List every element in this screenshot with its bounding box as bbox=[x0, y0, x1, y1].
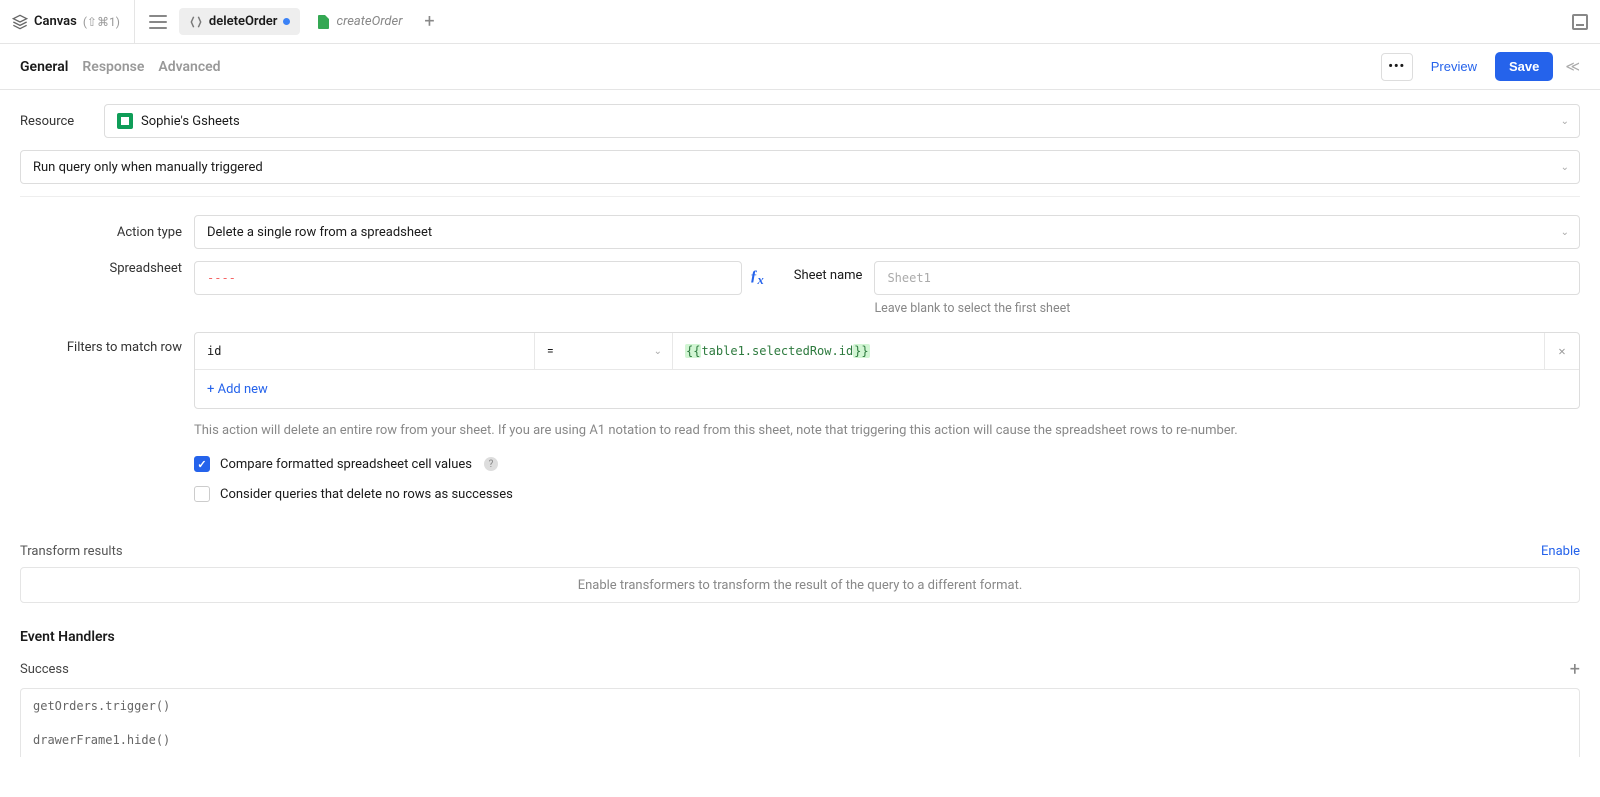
hamburger-icon[interactable] bbox=[149, 15, 167, 29]
spreadsheet-label: Spreadsheet bbox=[20, 261, 182, 276]
dirty-dot-icon bbox=[283, 18, 290, 25]
resource-value: Sophie's Gsheets bbox=[141, 114, 240, 129]
compare-checkbox-row: Compare formatted spreadsheet cell value… bbox=[194, 456, 1580, 472]
subtab-advanced[interactable]: Advanced bbox=[158, 55, 220, 79]
gsheet-icon bbox=[117, 113, 133, 129]
handlers-box: getOrders.trigger() drawerFrame1.hide() bbox=[20, 688, 1580, 757]
sheet-name-input[interactable]: Sheet1 bbox=[874, 261, 1580, 295]
chevron-down-icon: ⌄ bbox=[654, 346, 662, 357]
sheet-name-hint: Leave blank to select the first sheet bbox=[874, 301, 1580, 316]
top-bar: Canvas (⇧⌘1) deleteOrder createOrder + bbox=[0, 0, 1600, 44]
subtabs: General Response Advanced bbox=[20, 55, 1381, 79]
subtab-response[interactable]: Response bbox=[82, 55, 144, 79]
filter-op-select[interactable]: = ⌄ bbox=[535, 333, 673, 369]
chevron-down-icon: ⌄ bbox=[1561, 227, 1569, 238]
consider-checkbox-row: Consider queries that delete no rows as … bbox=[194, 486, 1580, 502]
minimize-button[interactable] bbox=[1572, 14, 1588, 30]
sub-header: General Response Advanced ••• Preview Sa… bbox=[0, 44, 1600, 90]
tab-deleteOrder[interactable]: deleteOrder bbox=[179, 8, 301, 35]
compare-label: Compare formatted spreadsheet cell value… bbox=[220, 457, 472, 472]
run-mode-value: Run query only when manually triggered bbox=[33, 160, 263, 175]
collapse-icon[interactable]: ≪ bbox=[1565, 59, 1580, 75]
filter-value-input[interactable]: {{table1.selectedRow.id}} bbox=[673, 333, 1545, 369]
transform-title: Transform results bbox=[20, 544, 123, 559]
tab-label: deleteOrder bbox=[209, 14, 278, 29]
add-filter-row: + Add new bbox=[195, 370, 1579, 408]
spreadsheet-row: Spreadsheet ---- ƒx Sheet name Sheet1 Le… bbox=[20, 261, 1580, 316]
canvas-shortcut: (⇧⌘1) bbox=[83, 15, 120, 29]
transform-enable-button[interactable]: Enable bbox=[1541, 544, 1580, 559]
canvas-label: Canvas bbox=[34, 14, 77, 29]
filter-row: id = ⌄ {{table1.selectedRow.id}} ✕ bbox=[195, 333, 1579, 370]
chevron-down-icon: ⌄ bbox=[1561, 162, 1569, 173]
chevron-down-icon: ⌄ bbox=[1561, 116, 1569, 127]
subtab-general[interactable]: General bbox=[20, 55, 68, 79]
event-handlers-header: Event Handlers bbox=[20, 629, 1580, 645]
tab-createOrder[interactable]: createOrder bbox=[306, 8, 412, 35]
compare-checkbox[interactable] bbox=[194, 456, 210, 472]
resource-row: Resource Sophie's Gsheets ⌄ bbox=[20, 104, 1580, 138]
run-mode-select[interactable]: Run query only when manually triggered ⌄ bbox=[20, 150, 1580, 184]
action-type-row: Action type Delete a single row from a s… bbox=[20, 215, 1580, 249]
preview-button[interactable]: Preview bbox=[1421, 53, 1487, 80]
sheet-name-placeholder: Sheet1 bbox=[887, 271, 930, 285]
filters-label: Filters to match row bbox=[20, 332, 182, 355]
transform-placeholder: Enable transformers to transform the res… bbox=[20, 567, 1580, 603]
query-icon bbox=[189, 15, 203, 29]
more-button[interactable]: ••• bbox=[1381, 53, 1413, 81]
save-button[interactable]: Save bbox=[1495, 52, 1553, 81]
spreadsheet-input[interactable]: ---- bbox=[194, 261, 742, 295]
filter-container: id = ⌄ {{table1.selectedRow.id}} ✕ + Add… bbox=[194, 332, 1580, 409]
filters-row: Filters to match row id = ⌄ {{table1.sel… bbox=[20, 332, 1580, 516]
consider-checkbox[interactable] bbox=[194, 486, 210, 502]
sheet-icon bbox=[316, 15, 330, 29]
ellipsis-icon: ••• bbox=[1388, 59, 1405, 74]
fx-button[interactable]: ƒx bbox=[750, 268, 764, 288]
success-label: Success bbox=[20, 662, 69, 677]
action-type-value: Delete a single row from a spreadsheet bbox=[207, 225, 432, 240]
minimize-icon bbox=[1572, 14, 1588, 30]
sheet-name-label: Sheet name bbox=[794, 261, 863, 283]
add-filter-button[interactable]: + Add new bbox=[207, 382, 268, 397]
filter-delete-button[interactable]: ✕ bbox=[1545, 333, 1579, 369]
success-header: Success + bbox=[20, 659, 1580, 680]
event-handlers-title: Event Handlers bbox=[20, 629, 115, 645]
filter-note: This action will delete an entire row fr… bbox=[194, 423, 1580, 438]
run-mode-row: Run query only when manually triggered ⌄ bbox=[20, 150, 1580, 184]
handler-line[interactable]: drawerFrame1.hide() bbox=[21, 723, 1579, 757]
handler-line[interactable]: getOrders.trigger() bbox=[21, 689, 1579, 723]
add-handler-button[interactable]: + bbox=[1570, 659, 1580, 680]
consider-label: Consider queries that delete no rows as … bbox=[220, 487, 513, 502]
resource-select[interactable]: Sophie's Gsheets ⌄ bbox=[104, 104, 1580, 138]
action-type-select[interactable]: Delete a single row from a spreadsheet ⌄ bbox=[194, 215, 1580, 249]
filter-key-input[interactable]: id bbox=[195, 333, 535, 369]
close-icon: ✕ bbox=[1558, 344, 1565, 358]
spreadsheet-value: ---- bbox=[207, 271, 236, 285]
action-type-label: Action type bbox=[20, 225, 182, 240]
divider bbox=[20, 196, 1580, 197]
transform-section-header: Transform results Enable bbox=[20, 544, 1580, 559]
header-actions: ••• Preview Save ≪ bbox=[1381, 52, 1580, 81]
tab-label: createOrder bbox=[336, 14, 402, 29]
tabs-section: deleteOrder createOrder + bbox=[135, 8, 1572, 35]
layers-icon bbox=[12, 14, 28, 30]
resource-label: Resource bbox=[20, 114, 92, 129]
add-tab-button[interactable]: + bbox=[419, 11, 441, 33]
canvas-toggle[interactable]: Canvas (⇧⌘1) bbox=[12, 0, 135, 43]
content: Resource Sophie's Gsheets ⌄ Run query on… bbox=[0, 90, 1600, 797]
help-icon[interactable]: ? bbox=[484, 457, 498, 471]
